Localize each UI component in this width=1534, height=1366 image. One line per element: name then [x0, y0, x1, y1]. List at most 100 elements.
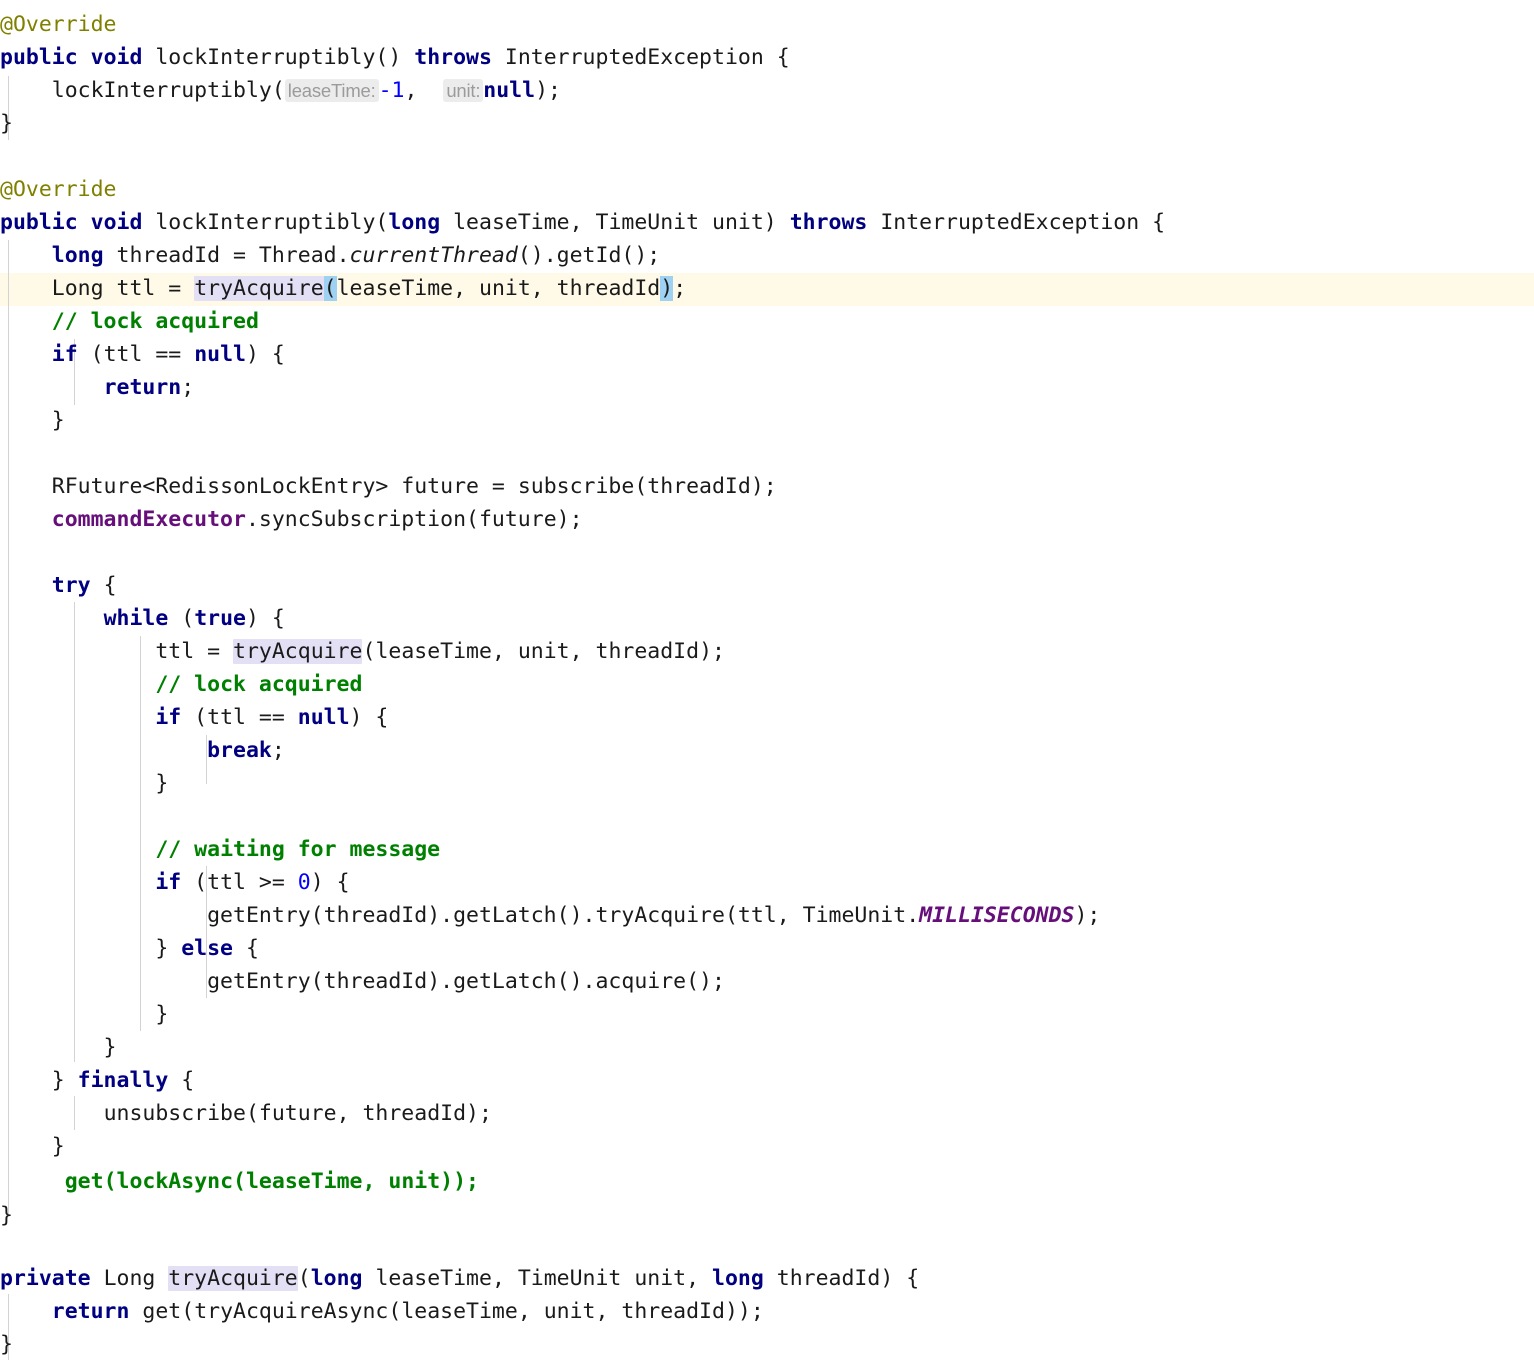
method-tryacquire-latch: tryAcquire: [595, 903, 725, 928]
method-tryacquire-usage-highlight: tryAcquire: [233, 639, 363, 664]
code-line: public void lockInterruptibly() throws I…: [0, 41, 1534, 74]
keyword-void: void: [90, 45, 143, 70]
arg-unit: unit: [543, 1299, 596, 1324]
param-unit: unit: [712, 210, 764, 235]
punctuation: >=: [245, 870, 298, 895]
code-line: private Long tryAcquire(long leaseTime, …: [0, 1262, 1534, 1295]
comment-waiting-for-message: // waiting for message: [155, 837, 441, 862]
punctuation: {: [763, 45, 790, 70]
code-line: unsubscribe(future, threadId);: [0, 1097, 1534, 1130]
punctuation: {: [168, 1068, 195, 1093]
type-timeunit: TimeUnit: [595, 210, 700, 235]
code-line: }: [0, 1031, 1534, 1064]
punctuation: ==: [142, 342, 195, 367]
keyword-if: if: [155, 705, 182, 730]
keyword-try: try: [51, 573, 91, 598]
punctuation: .: [906, 903, 920, 928]
method-tryacquireasync: tryAcquireAsync: [194, 1299, 389, 1324]
method-getentry: getEntry: [207, 903, 311, 928]
punctuation: );: [750, 474, 777, 499]
keyword-finally: finally: [77, 1068, 169, 1093]
punctuation: );: [1074, 903, 1101, 928]
punctuation: <: [142, 474, 156, 499]
var-ttl: ttl: [207, 705, 246, 730]
code-editor[interactable]: @Override public void lockInterruptibly(…: [0, 0, 1534, 1366]
arg-leasetime: leaseTime: [245, 1169, 363, 1194]
punctuation: ,: [569, 210, 596, 235]
punctuation: (: [310, 969, 324, 994]
arg-ttl: ttl: [737, 903, 777, 928]
code-line: if (ttl == null) {: [0, 701, 1534, 734]
param-hint-unit: unit:: [443, 79, 484, 102]
keyword-if: if: [155, 870, 182, 895]
closing-brace: }: [0, 111, 13, 136]
punctuation: .: [245, 507, 259, 532]
arg-leasetime: leaseTime: [401, 1299, 518, 1324]
punctuation: ,: [569, 639, 596, 664]
method-getentry: getEntry: [207, 969, 311, 994]
punctuation: (: [181, 870, 208, 895]
punctuation: ;: [271, 738, 285, 763]
code-line-current: Long ttl = tryAcquire(leaseTime, unit, t…: [0, 272, 1534, 305]
closing-brace: }: [0, 1002, 169, 1027]
punctuation: (: [310, 903, 324, 928]
number-minus-one: -1: [378, 78, 405, 103]
punctuation: ,: [517, 1299, 544, 1324]
punctuation: ==: [245, 705, 298, 730]
param-leasetime: leaseTime: [375, 1266, 492, 1291]
closing-brace: }: [0, 1203, 13, 1228]
arg-unit: unit: [388, 1169, 441, 1194]
code-line: return get(tryAcquireAsync(leaseTime, un…: [0, 1295, 1534, 1328]
code-line: }: [0, 1130, 1534, 1163]
keyword-else: else: [181, 936, 233, 961]
punctuation: (: [181, 705, 208, 730]
statement-get-lockasync: get(lockAsync(leaseTime, unit));: [64, 1169, 479, 1194]
arg-future: future: [478, 507, 557, 532]
punctuation: ) {: [310, 870, 350, 895]
punctuation: ;: [181, 375, 195, 400]
method-get: get: [64, 1169, 104, 1194]
arg-leasetime: leaseTime: [336, 276, 454, 301]
punctuation: ) {: [245, 342, 285, 367]
punctuation: );: [535, 78, 561, 103]
punctuation: {: [90, 573, 117, 598]
punctuation: ().: [556, 903, 596, 928]
punctuation: =: [478, 474, 518, 499]
punctuation: (: [297, 1266, 311, 1291]
punctuation: (: [362, 639, 376, 664]
keyword-public: public: [0, 210, 78, 235]
type-thread: Thread: [258, 243, 337, 268]
punctuation: =: [194, 639, 234, 664]
bracket-match-close: ): [660, 276, 674, 301]
method-getlatch: getLatch: [453, 969, 557, 994]
punctuation: ();: [686, 969, 725, 994]
closing-brace: }: [0, 1035, 117, 1060]
code-line: }: [0, 404, 1534, 437]
code-line: // lock acquired: [0, 668, 1534, 701]
code-line: while (true) {: [0, 602, 1534, 635]
punctuation: (: [271, 78, 285, 103]
comment-lock-acquired: // lock acquired: [155, 672, 363, 697]
keyword-return: return: [51, 1299, 130, 1324]
arg-threadid: threadId: [556, 276, 661, 301]
arg-threadid: threadId: [323, 969, 428, 994]
method-get: get: [142, 1299, 182, 1324]
punctuation: (: [634, 474, 648, 499]
type-timeunit: TimeUnit: [517, 1266, 622, 1291]
field-commandexecutor: commandExecutor: [51, 507, 246, 532]
punctuation: ): [763, 210, 790, 235]
punctuation: }: [0, 936, 182, 961]
punctuation: ) {: [245, 606, 285, 631]
